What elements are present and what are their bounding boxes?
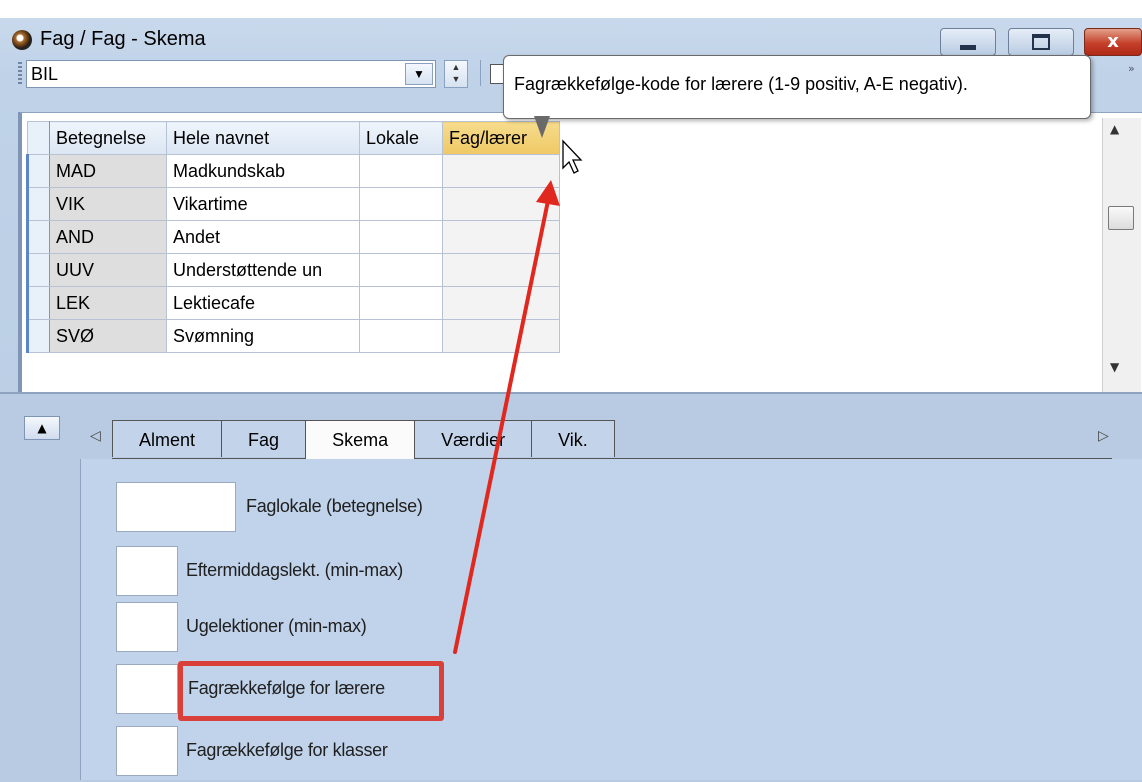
chevron-down-icon: ▼ [413,67,425,81]
cell-fag-laerer[interactable] [442,154,560,188]
spin-buttons[interactable]: ▲ ▼ [444,60,468,88]
app-clock-icon [12,30,32,50]
cell-lokale[interactable] [359,187,443,221]
collapse-panel-button[interactable]: ▲ [24,416,60,440]
tab-scroll-left-icon[interactable]: ◁ [90,428,101,444]
row-selector[interactable] [26,187,50,221]
close-button[interactable]: x [1084,28,1142,56]
row-selector[interactable] [26,286,50,320]
cell-fag-laerer[interactable] [442,286,560,320]
maximize-button[interactable] [1008,28,1074,56]
table-row[interactable]: MAD Madkundskab [26,154,560,188]
fagraekkefolge-laerere-input[interactable] [116,664,178,714]
tooltip-pointer [534,116,550,138]
table-row[interactable]: SVØ Svømning [26,319,560,353]
tab-fag[interactable]: Fag [221,420,307,457]
cell-fag-laerer[interactable] [442,220,560,254]
cell-hele-navnet[interactable]: Andet [166,220,360,254]
column-header-betegnelse[interactable]: Betegnelse [49,121,167,155]
ugelektioner-input[interactable] [116,602,178,652]
grid-header-row: Betegnelse Hele navnet Lokale Fag/lærer [27,121,560,155]
scroll-up-icon[interactable]: ▲ [1110,122,1119,136]
tab-vik[interactable]: Vik. [531,420,615,457]
eftermiddagslekt-input[interactable] [116,546,178,596]
row-selector-header[interactable] [27,121,50,155]
spin-up-icon[interactable]: ▲ [445,61,467,73]
cell-betegnelse[interactable]: VIK [49,187,167,221]
grid-vertical-scrollbar[interactable] [1102,118,1141,392]
column-header-lokale[interactable]: Lokale [359,121,443,155]
table-row[interactable]: AND Andet [26,220,560,254]
subject-combo[interactable]: BIL ▼ [26,60,436,88]
column-header-hele-navnet[interactable]: Hele navnet [166,121,360,155]
minimize-icon [960,44,976,50]
cell-lokale[interactable] [359,220,443,254]
cell-fag-laerer[interactable] [442,319,560,353]
spin-down-icon[interactable]: ▼ [445,73,467,85]
highlight-box [178,661,444,721]
table-row[interactable]: VIK Vikartime [26,187,560,221]
tab-alment[interactable]: Alment [112,420,223,457]
row-selector[interactable] [26,319,50,353]
cell-betegnelse[interactable]: MAD [49,154,167,188]
fagraekkefolge-klasser-label: Fagrækkefølge for klasser [186,740,388,760]
tooltip: Fagrækkefølge-kode for lærere (1-9 posit… [503,55,1091,119]
scrollbar-thumb[interactable] [1108,206,1134,230]
tooltip-text: Fagrækkefølge-kode for lærere (1-9 posit… [514,74,968,94]
close-icon: x [1107,31,1119,52]
toolbar-grip[interactable] [18,62,22,84]
faglokale-label: Faglokale (betegnelse) [246,496,423,516]
table-row[interactable]: UUV Understøttende un [26,253,560,287]
grid-table: Betegnelse Hele navnet Lokale Fag/lærer … [26,121,560,353]
cell-betegnelse[interactable]: SVØ [49,319,167,353]
tab-vaerdier[interactable]: Værdier [414,420,533,457]
cell-hele-navnet[interactable]: Vikartime [166,187,360,221]
cell-fag-laerer[interactable] [442,253,560,287]
chevron-up-icon: ▲ [37,421,47,435]
cell-lokale[interactable] [359,286,443,320]
cell-hele-navnet[interactable]: Lektiecafe [166,286,360,320]
tab-skema[interactable]: Skema [305,420,416,459]
fagraekkefolge-klasser-input[interactable] [116,726,178,776]
subject-grid: Betegnelse Hele navnet Lokale Fag/lærer … [18,112,1142,394]
cell-betegnelse[interactable]: AND [49,220,167,254]
row-selector[interactable] [26,220,50,254]
cell-lokale[interactable] [359,319,443,353]
ugelektioner-label: Ugelektioner (min-max) [186,616,367,636]
row-selector[interactable] [26,154,50,188]
toolbar-overflow-icon[interactable]: » [1128,63,1135,74]
faglokale-input[interactable] [116,482,236,532]
maximize-icon [1032,34,1050,50]
scroll-down-icon[interactable]: ▼ [1110,360,1119,374]
cell-betegnelse[interactable]: LEK [49,286,167,320]
cell-lokale[interactable] [359,253,443,287]
cell-hele-navnet[interactable]: Madkundskab [166,154,360,188]
table-row[interactable]: LEK Lektiecafe [26,286,560,320]
cell-betegnelse[interactable]: UUV [49,253,167,287]
combo-dropdown-button[interactable]: ▼ [405,63,433,85]
combo-value: BIL [31,64,59,84]
cell-hele-navnet[interactable]: Svømning [166,319,360,353]
cell-lokale[interactable] [359,154,443,188]
tab-scroll-right-icon[interactable]: ▷ [1098,428,1109,444]
minimize-button[interactable] [940,28,996,56]
eftermiddagslekt-label: Eftermiddagslekt. (min-max) [186,560,403,580]
cell-hele-navnet[interactable]: Understøttende un [166,253,360,287]
toolbar-separator [480,60,481,86]
window-title: Fag / Fag - Skema [40,28,206,50]
tab-strip: Alment Fag Skema Værdier Vik. [112,420,615,459]
cell-fag-laerer[interactable] [442,187,560,221]
row-selector[interactable] [26,253,50,287]
